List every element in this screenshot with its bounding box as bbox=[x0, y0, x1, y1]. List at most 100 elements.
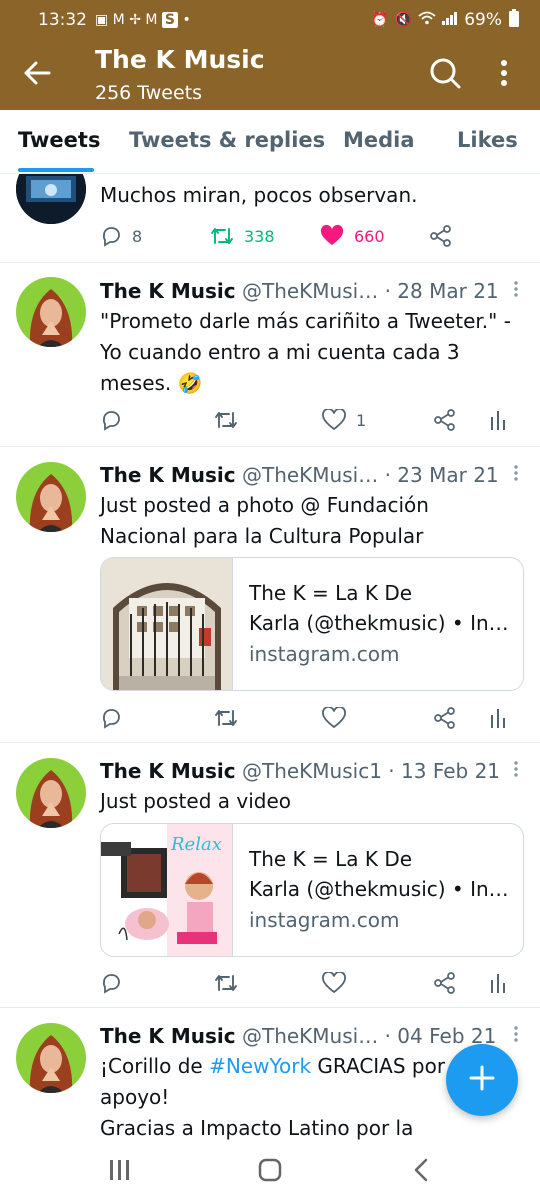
link-card[interactable]: Relax The K = La K De Karla (@thekmusic)… bbox=[100, 823, 524, 957]
like-count: 1 bbox=[356, 410, 367, 430]
reply-button[interactable]: 8 bbox=[100, 221, 142, 251]
reply-icon bbox=[100, 972, 122, 994]
tweet-text: Muchos miran, pocos observan. bbox=[100, 183, 418, 207]
retweet-count: 338 bbox=[244, 226, 275, 246]
heart-icon bbox=[322, 707, 346, 729]
reply-icon bbox=[100, 409, 122, 431]
share-button[interactable] bbox=[434, 405, 456, 435]
author-handle[interactable]: @TheKMusi… bbox=[242, 463, 378, 487]
tab-likes[interactable]: Likes bbox=[457, 128, 518, 152]
back-arrow-icon[interactable] bbox=[22, 58, 52, 88]
wifi-icon bbox=[418, 11, 436, 29]
tweet-header: The K Music @TheKMusi… · 04 Feb 21 bbox=[100, 1024, 520, 1048]
tweet-menu-icon[interactable] bbox=[512, 463, 520, 483]
back-icon[interactable] bbox=[410, 1158, 434, 1186]
like-button[interactable] bbox=[322, 703, 346, 733]
author-handle[interactable]: @TheKMusi… bbox=[242, 279, 378, 303]
retweet-icon bbox=[214, 972, 238, 994]
reply-button[interactable] bbox=[100, 703, 122, 733]
card-domain: instagram.com bbox=[249, 908, 400, 932]
share-button[interactable] bbox=[434, 968, 456, 998]
avatar[interactable] bbox=[16, 462, 86, 532]
analytics-button[interactable] bbox=[490, 703, 506, 733]
analytics-icon bbox=[490, 409, 506, 431]
reply-button[interactable] bbox=[100, 405, 122, 435]
retweet-icon bbox=[214, 409, 238, 431]
author-name[interactable]: The K Music bbox=[100, 463, 236, 487]
reply-icon bbox=[100, 707, 122, 729]
retweet-icon bbox=[214, 707, 238, 729]
share-button[interactable] bbox=[434, 703, 456, 733]
header-title: The K Music bbox=[95, 45, 265, 74]
status-bar: 13:32 ▣ M ✢ M S • ⏰ 🔇 69% bbox=[0, 0, 540, 40]
heart-icon bbox=[322, 409, 346, 431]
avatar[interactable] bbox=[16, 1023, 86, 1093]
retweet-button[interactable]: 338 bbox=[210, 221, 275, 251]
tweet-menu-icon[interactable] bbox=[512, 279, 520, 299]
card-title-line-2: Karla (@thekmusic) • In… bbox=[249, 611, 509, 635]
analytics-icon bbox=[490, 707, 506, 729]
like-button[interactable]: 1 bbox=[322, 405, 366, 435]
share-button[interactable] bbox=[430, 221, 452, 251]
active-tab-indicator bbox=[18, 168, 94, 172]
search-icon[interactable] bbox=[428, 56, 462, 90]
tweet-text: Just posted a photo @ Fundación Nacional… bbox=[100, 493, 429, 548]
analytics-button[interactable] bbox=[490, 405, 506, 435]
link-card[interactable]: The K = La K De Karla (@thekmusic) • In…… bbox=[100, 557, 524, 691]
share-icon bbox=[430, 225, 452, 247]
like-button[interactable]: 660 bbox=[320, 221, 385, 251]
tweet-actions: 8 338 660 bbox=[100, 221, 520, 251]
tweet[interactable]: The K Music @TheKMusic1 · 13 Feb 21 Just… bbox=[0, 743, 540, 1008]
reply-button[interactable] bbox=[100, 968, 122, 998]
share-icon bbox=[434, 409, 456, 431]
avatar[interactable] bbox=[16, 174, 86, 224]
profile-tabs: Tweets Tweets & replies Media Likes bbox=[0, 110, 540, 174]
retweet-button[interactable] bbox=[214, 968, 238, 998]
share-icon bbox=[434, 707, 456, 729]
share-icon bbox=[434, 972, 456, 994]
tweet-date: · 13 Feb 21 bbox=[388, 759, 501, 783]
author-handle[interactable]: @TheKMusic1 bbox=[242, 759, 382, 783]
mute-icon: 🔇 bbox=[394, 12, 413, 28]
tweet-menu-icon[interactable] bbox=[512, 1024, 520, 1044]
analytics-button[interactable] bbox=[490, 968, 506, 998]
battery-icon bbox=[508, 8, 520, 32]
author-handle[interactable]: @TheKMusi… bbox=[242, 1024, 378, 1048]
tweet-text: Just posted a video bbox=[100, 789, 291, 813]
tab-tweets[interactable]: Tweets bbox=[18, 128, 100, 152]
plus-icon bbox=[468, 1064, 496, 1096]
tweet[interactable]: Muchos miran, pocos observan. 8 338 660 bbox=[0, 174, 540, 263]
tweet-actions bbox=[100, 703, 520, 733]
like-button[interactable] bbox=[322, 968, 346, 998]
reply-icon bbox=[100, 225, 122, 247]
tweet[interactable]: The K Music @TheKMusi… · 23 Mar 21 Just … bbox=[0, 447, 540, 743]
tweet-header: The K Music @TheKMusi… · 23 Mar 21 bbox=[100, 463, 520, 487]
tweet-menu-icon[interactable] bbox=[512, 759, 520, 779]
author-name[interactable]: The K Music bbox=[100, 1024, 236, 1048]
retweet-icon bbox=[210, 225, 234, 247]
card-thumbnail bbox=[101, 558, 233, 690]
hashtag-link[interactable]: #NewYork bbox=[209, 1054, 311, 1078]
tab-tweets-and-replies[interactable]: Tweets & replies bbox=[129, 128, 325, 152]
tweet[interactable]: The K Music @TheKMusi… · 28 Mar 21 "Prom… bbox=[0, 263, 540, 447]
author-name[interactable]: The K Music bbox=[100, 279, 236, 303]
alarm-icon: ⏰ bbox=[371, 12, 389, 28]
retweet-button[interactable] bbox=[214, 703, 238, 733]
battery-level: 69% bbox=[464, 10, 502, 30]
recent-apps-icon[interactable] bbox=[108, 1158, 132, 1186]
card-title-line-2: Karla (@thekmusic) • In… bbox=[249, 877, 509, 901]
analytics-icon bbox=[490, 972, 506, 994]
more-options-icon[interactable] bbox=[494, 58, 514, 88]
tweet-count: 256 Tweets bbox=[95, 82, 203, 104]
compose-tweet-button[interactable] bbox=[446, 1044, 518, 1116]
home-icon[interactable] bbox=[258, 1158, 282, 1186]
avatar[interactable] bbox=[16, 758, 86, 828]
avatar[interactable] bbox=[16, 277, 86, 347]
tab-media[interactable]: Media bbox=[343, 128, 415, 152]
retweet-button[interactable] bbox=[214, 405, 238, 435]
card-title: The K = La K De Karla (@thekmusic) • In… bbox=[249, 844, 511, 904]
tweet-feed[interactable]: Muchos miran, pocos observan. 8 338 660 bbox=[0, 174, 540, 1140]
tweet-actions bbox=[100, 968, 520, 998]
card-title-line-1: The K = La K De bbox=[249, 581, 413, 605]
author-name[interactable]: The K Music bbox=[100, 759, 236, 783]
